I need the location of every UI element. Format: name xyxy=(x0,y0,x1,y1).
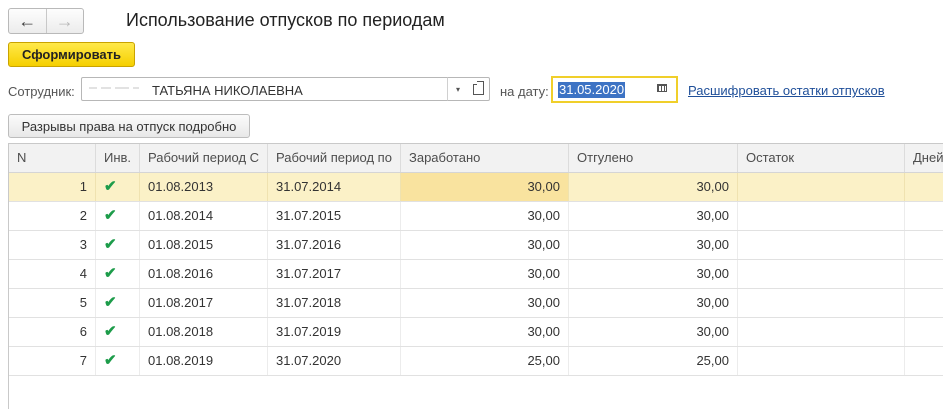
row-number: 1 xyxy=(9,173,96,201)
rest-value xyxy=(738,173,905,201)
check-icon: ✔ xyxy=(96,231,140,259)
calendar-icon[interactable] xyxy=(657,84,667,93)
earned-value: 30,00 xyxy=(401,173,569,201)
decode-balances-link[interactable]: Расшифровать остатки отпусков xyxy=(688,83,885,98)
back-arrow-icon[interactable]: ← xyxy=(9,9,47,33)
header-rest[interactable]: Остаток xyxy=(738,144,905,172)
row-number: 5 xyxy=(9,289,96,317)
check-icon: ✔ xyxy=(96,347,140,375)
table-row[interactable]: 1 ✔ 01.08.2013 31.07.2014 30,00 30,00 xyxy=(9,173,943,202)
rest-value xyxy=(738,289,905,317)
days-value xyxy=(905,260,943,288)
days-value xyxy=(905,289,943,317)
header-inv[interactable]: Инв. xyxy=(96,144,140,172)
table-row[interactable]: 5 ✔ 01.08.2017 31.07.2018 30,00 30,00 xyxy=(9,289,943,318)
period-from: 01.08.2015 xyxy=(140,231,268,259)
used-value: 30,00 xyxy=(569,173,738,201)
earned-value: 30,00 xyxy=(401,231,569,259)
table-header: N Инв. Рабочий период С Рабочий период п… xyxy=(9,144,943,173)
earned-value: 30,00 xyxy=(401,202,569,230)
period-to: 31.07.2014 xyxy=(268,173,401,201)
rest-value xyxy=(738,318,905,346)
row-number: 2 xyxy=(9,202,96,230)
header-days[interactable]: Дней xyxy=(905,144,943,172)
days-value xyxy=(905,347,943,375)
row-number: 4 xyxy=(9,260,96,288)
row-number: 3 xyxy=(9,231,96,259)
table-row[interactable]: 7 ✔ 01.08.2019 31.07.2020 25,00 25,00 xyxy=(9,347,943,376)
check-icon: ✔ xyxy=(96,289,140,317)
header-used[interactable]: Отгулено xyxy=(569,144,738,172)
check-icon: ✔ xyxy=(96,202,140,230)
earned-value: 30,00 xyxy=(401,289,569,317)
earned-value: 30,00 xyxy=(401,318,569,346)
row-number: 6 xyxy=(9,318,96,346)
days-value xyxy=(905,231,943,259)
employee-value: ТАТЬЯНА НИКОЛАЕВНА xyxy=(152,83,303,98)
days-value xyxy=(905,173,943,201)
forward-arrow-icon[interactable]: → xyxy=(47,9,84,33)
employee-label: Сотрудник: xyxy=(8,84,75,99)
leave-gaps-button[interactable]: Разрывы права на отпуск подробно xyxy=(8,114,250,138)
check-icon: ✔ xyxy=(96,318,140,346)
header-period-from[interactable]: Рабочий период С xyxy=(140,144,268,172)
period-from: 01.08.2018 xyxy=(140,318,268,346)
earned-value: 25,00 xyxy=(401,347,569,375)
used-value: 25,00 xyxy=(569,347,738,375)
period-from: 01.08.2014 xyxy=(140,202,268,230)
period-to: 31.07.2018 xyxy=(268,289,401,317)
rest-value xyxy=(738,347,905,375)
row-number: 7 xyxy=(9,347,96,375)
period-to: 31.07.2016 xyxy=(268,231,401,259)
period-to: 31.07.2019 xyxy=(268,318,401,346)
earned-value: 30,00 xyxy=(401,260,569,288)
check-icon: ✔ xyxy=(96,173,140,201)
used-value: 30,00 xyxy=(569,260,738,288)
used-value: 30,00 xyxy=(569,289,738,317)
rest-value xyxy=(738,260,905,288)
days-value xyxy=(905,318,943,346)
days-value xyxy=(905,202,943,230)
header-earned[interactable]: Заработано xyxy=(401,144,569,172)
used-value: 30,00 xyxy=(569,202,738,230)
periods-table: N Инв. Рабочий период С Рабочий период п… xyxy=(8,143,943,409)
table-row[interactable]: 6 ✔ 01.08.2018 31.07.2019 30,00 30,00 xyxy=(9,318,943,347)
used-value: 30,00 xyxy=(569,318,738,346)
used-value: 30,00 xyxy=(569,231,738,259)
header-period-to[interactable]: Рабочий период по xyxy=(268,144,401,172)
date-label: на дату: xyxy=(500,84,549,99)
rest-value xyxy=(738,202,905,230)
check-icon: ✔ xyxy=(96,260,140,288)
header-n[interactable]: N xyxy=(9,144,96,172)
navigation-buttons: ← → xyxy=(8,8,84,34)
table-row[interactable]: 2 ✔ 01.08.2014 31.07.2015 30,00 30,00 xyxy=(9,202,943,231)
period-from: 01.08.2019 xyxy=(140,347,268,375)
generate-report-button[interactable]: Сформировать xyxy=(8,42,135,67)
rest-value xyxy=(738,231,905,259)
period-to: 31.07.2015 xyxy=(268,202,401,230)
period-from: 01.08.2017 xyxy=(140,289,268,317)
page-title: Использование отпусков по периодам xyxy=(126,10,445,30)
table-row[interactable]: 4 ✔ 01.08.2016 31.07.2017 30,00 30,00 xyxy=(9,260,943,289)
period-to: 31.07.2020 xyxy=(268,347,401,375)
date-value[interactable]: 31.05.2020 xyxy=(558,82,626,98)
period-from: 01.08.2013 xyxy=(140,173,268,201)
table-row[interactable]: 3 ✔ 01.08.2015 31.07.2016 30,00 30,00 xyxy=(9,231,943,260)
dropdown-icon[interactable]: ▾ xyxy=(447,77,469,101)
redacted-surname xyxy=(87,83,147,95)
open-icon[interactable] xyxy=(468,77,490,101)
period-to: 31.07.2017 xyxy=(268,260,401,288)
period-from: 01.08.2016 xyxy=(140,260,268,288)
